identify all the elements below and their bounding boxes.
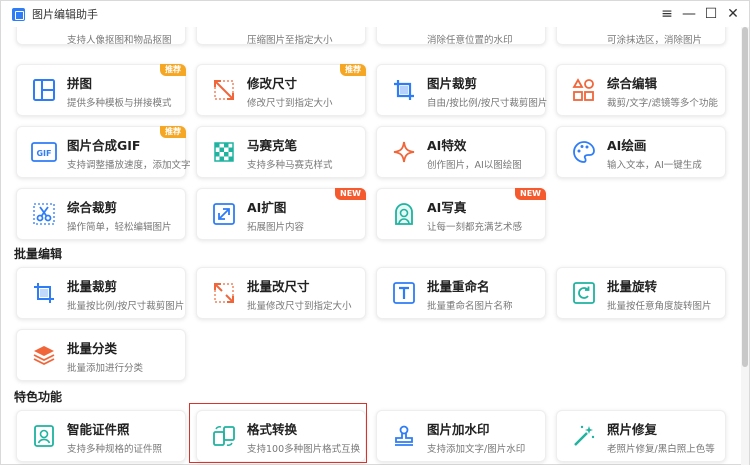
tool-desc: 支持调整播放速度，添加文字 bbox=[67, 160, 191, 171]
tool-card-batch-rename[interactable]: 批量重命名 批量重命名图片名称 bbox=[376, 267, 546, 319]
portrait-icon bbox=[391, 201, 417, 227]
tool-title: 批量旋转 bbox=[607, 279, 658, 294]
tool-title: 批量重命名 bbox=[427, 279, 490, 294]
tool-title: 图片裁剪 bbox=[427, 76, 478, 91]
tool-desc: 操作简单，轻松编辑图片 bbox=[67, 222, 172, 233]
tool-card-ai-portrait[interactable]: AI写真 让每一刻都充满艺术感 NEW bbox=[376, 188, 546, 240]
tool-desc: 批量重命名图片名称 bbox=[427, 301, 513, 312]
tool-card-add-watermark[interactable]: 图片加水印 支持添加文字/图片水印 bbox=[376, 410, 546, 462]
tool-title: 综合裁剪 bbox=[67, 200, 118, 215]
tool-card-ai-paint[interactable]: AI绘画 输入文本，AI一键生成 bbox=[556, 126, 726, 178]
tool-desc: 修改尺寸到指定大小 bbox=[247, 98, 333, 109]
tool-card-batch-classify[interactable]: 批量分类 批量添加进行分类 bbox=[16, 329, 186, 381]
minimize-icon[interactable]: — bbox=[679, 4, 699, 24]
tool-title: AI绘画 bbox=[607, 138, 647, 153]
tool-desc: 可涂抹选区，消除图片 bbox=[607, 35, 703, 46]
new-badge: NEW bbox=[335, 188, 366, 200]
selection-highlight bbox=[189, 403, 367, 463]
svg-text:GIF: GIF bbox=[36, 149, 51, 158]
tool-title: 照片修复 bbox=[607, 422, 658, 437]
tool-title: AI特效 bbox=[427, 138, 467, 153]
recommend-badge: 推荐 bbox=[160, 64, 186, 76]
tool-title: 修改尺寸 bbox=[247, 76, 298, 91]
tool-card-resize[interactable]: 修改尺寸 修改尺寸到指定大小 推荐 bbox=[196, 64, 366, 116]
tool-desc: 自由/按比例/按尺寸裁剪图片 bbox=[427, 98, 548, 109]
tool-card-ai-expand[interactable]: AI扩图 拓展图片内容 NEW bbox=[196, 188, 366, 240]
tool-card-puzzle[interactable]: 拼图 提供多种模板与拼接模式 推荐 bbox=[16, 64, 186, 116]
tool-desc: 批量修改尺寸到指定大小 bbox=[247, 301, 352, 312]
tool-title: 拼图 bbox=[67, 76, 93, 91]
shapes-icon bbox=[571, 77, 597, 103]
tool-card-id-photo[interactable]: 智能证件照 支持多种规格的证件照 bbox=[16, 410, 186, 462]
new-badge: NEW bbox=[515, 188, 546, 200]
tool-title: 批量裁剪 bbox=[67, 279, 118, 294]
tool-desc: 批量按任意角度旋转图片 bbox=[607, 301, 712, 312]
tool-desc: 批量添加进行分类 bbox=[67, 363, 144, 374]
palette-icon bbox=[571, 139, 597, 165]
tool-title: 批量分类 bbox=[67, 341, 118, 356]
tool-desc: 老照片修复/黑白照上色等 bbox=[607, 444, 715, 455]
puzzle-layout-icon bbox=[31, 77, 57, 103]
tool-desc: 创作图片，AI以图绘图 bbox=[427, 160, 522, 171]
tool-desc: 支持添加文字/图片水印 bbox=[427, 444, 526, 455]
tool-title: 批量改尺寸 bbox=[247, 279, 310, 294]
section-title-batch: 批量编辑 bbox=[14, 247, 63, 261]
app-logo-icon bbox=[12, 7, 25, 21]
tool-card-batch-rotate[interactable]: 批量旋转 批量按任意角度旋转图片 bbox=[556, 267, 726, 319]
batch-resize-icon bbox=[211, 280, 237, 306]
tool-title: AI写真 bbox=[427, 200, 467, 215]
tool-desc: 输入文本，AI一键生成 bbox=[607, 160, 702, 171]
tool-desc: 批量按比例/按尺寸裁剪图片 bbox=[67, 301, 185, 312]
tool-card-mosaic[interactable]: 马赛克笔 支持多种马赛克样式 bbox=[196, 126, 366, 178]
recommend-badge: 推荐 bbox=[160, 126, 186, 138]
tool-title: 智能证件照 bbox=[67, 422, 130, 437]
title-bar: 图片编辑助手 ≡ — ☐ ✕ bbox=[1, 1, 749, 27]
tool-title: 马赛克笔 bbox=[247, 138, 298, 153]
tool-desc: 支持人像抠图和物品抠图 bbox=[67, 35, 172, 46]
tool-desc: 让每一刻都充满艺术感 bbox=[427, 222, 523, 233]
tool-card-ai-effect[interactable]: AI特效 创作图片，AI以图绘图 bbox=[376, 126, 546, 178]
magic-wand-icon bbox=[571, 423, 597, 449]
expand-icon bbox=[211, 201, 237, 227]
window-controls: ≡ — ☐ ✕ bbox=[657, 4, 743, 24]
tool-card-batch-crop[interactable]: 批量裁剪 批量按比例/按尺寸裁剪图片 bbox=[16, 267, 186, 319]
recommend-badge: 推荐 bbox=[340, 64, 366, 76]
close-icon[interactable]: ✕ bbox=[723, 4, 743, 24]
section-title-features: 特色功能 bbox=[14, 390, 63, 404]
app-title: 图片编辑助手 bbox=[32, 8, 98, 21]
scrollbar-thumb[interactable] bbox=[742, 27, 748, 367]
tool-card-batch-resize[interactable]: 批量改尺寸 批量修改尺寸到指定大小 bbox=[196, 267, 366, 319]
id-photo-icon bbox=[31, 423, 57, 449]
tool-desc: 提供多种模板与拼接模式 bbox=[67, 98, 172, 109]
rotate-icon bbox=[571, 280, 597, 306]
tool-title: 综合编辑 bbox=[607, 76, 658, 91]
menu-icon[interactable]: ≡ bbox=[657, 4, 677, 24]
gif-icon: GIF bbox=[31, 139, 57, 165]
tool-card-gif[interactable]: GIF 图片合成GIF 支持调整播放速度，添加文字 推荐 bbox=[16, 126, 191, 178]
stamp-icon bbox=[391, 423, 417, 449]
tool-desc: 拓展图片内容 bbox=[247, 222, 305, 233]
batch-crop-icon bbox=[31, 280, 57, 306]
rename-icon bbox=[391, 280, 417, 306]
crop-icon bbox=[391, 77, 417, 103]
tool-desc: 裁剪/文字/滤镜等多个功能 bbox=[607, 98, 718, 109]
tool-card-editor[interactable]: 综合编辑 裁剪/文字/滤镜等多个功能 bbox=[556, 64, 726, 116]
tool-desc: 压缩图片至指定大小 bbox=[247, 35, 333, 46]
tool-grid: 支持人像抠图和物品抠图 压缩图片至指定大小 消除任意位置的水印 可涂抹选区，消除… bbox=[1, 1, 741, 465]
tool-title: 图片加水印 bbox=[427, 422, 490, 437]
tool-desc: 支持多种马赛克样式 bbox=[247, 160, 333, 171]
tool-title: AI扩图 bbox=[247, 200, 287, 215]
layers-icon bbox=[31, 342, 57, 368]
tool-card-photo-repair[interactable]: 照片修复 老照片修复/黑白照上色等 bbox=[556, 410, 726, 462]
maximize-icon[interactable]: ☐ bbox=[701, 4, 721, 24]
tool-desc: 支持多种规格的证件照 bbox=[67, 444, 163, 455]
tool-card-comprehensive-crop[interactable]: 综合裁剪 操作简单，轻松编辑图片 bbox=[16, 188, 186, 240]
resize-arrows-icon bbox=[211, 77, 237, 103]
sparkle-icon bbox=[391, 139, 417, 165]
tool-card-crop[interactable]: 图片裁剪 自由/按比例/按尺寸裁剪图片 bbox=[376, 64, 548, 116]
scissors-icon bbox=[31, 201, 57, 227]
mosaic-icon bbox=[211, 139, 237, 165]
tool-title: 图片合成GIF bbox=[67, 138, 141, 153]
tool-desc: 消除任意位置的水印 bbox=[427, 35, 513, 46]
